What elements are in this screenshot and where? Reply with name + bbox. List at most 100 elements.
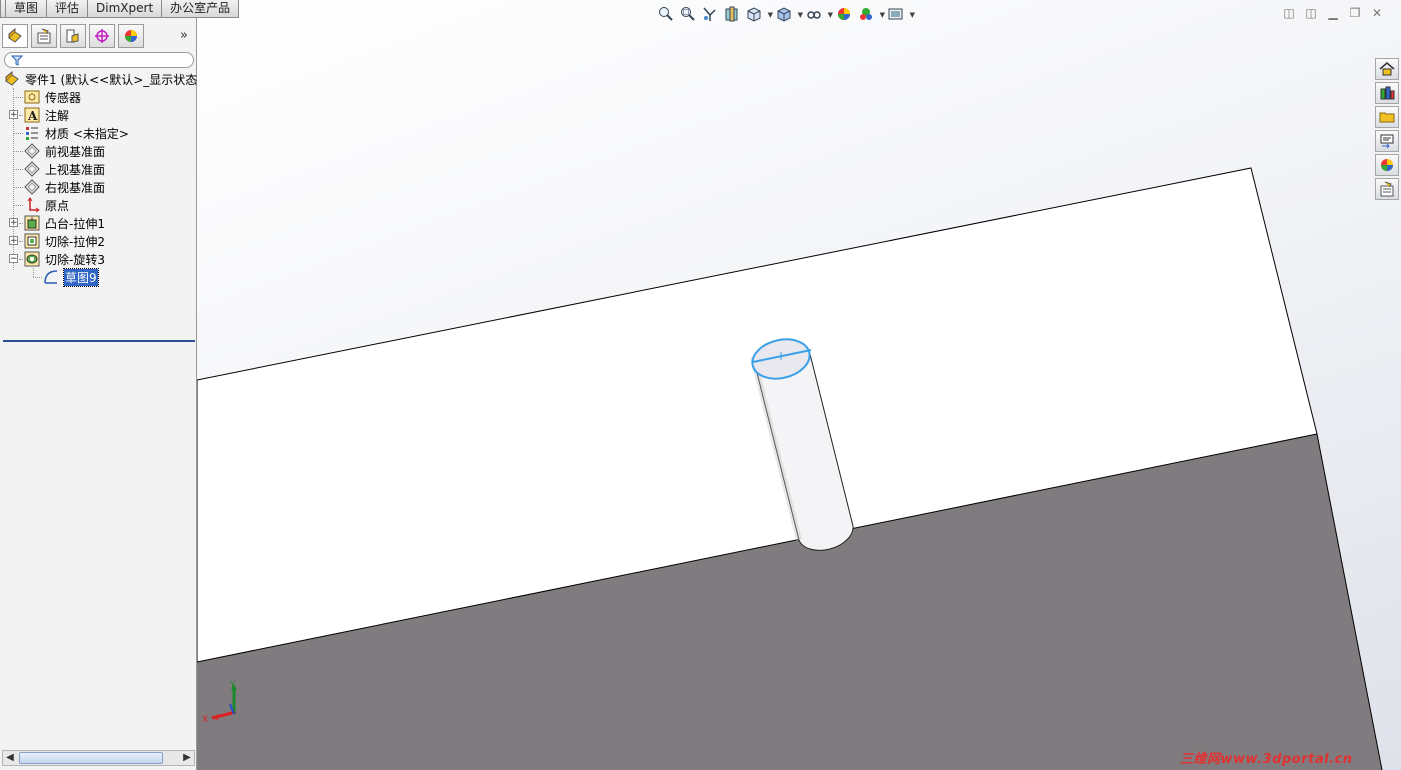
tree-root-label: 零件1 (默认<<默认>_显示状态 [25,73,198,87]
tree-item-boss-extrude1[interactable]: + 凸台-拉伸1 [0,214,196,232]
extrude-cut-icon [24,233,40,249]
view-settings-button[interactable]: ▼ [887,5,915,23]
display-style-icon [777,7,791,22]
plane-icon [24,179,40,195]
tree-item-cut-revolve3[interactable]: − 切除-旋转3 [0,250,196,268]
custom-properties-icon [1380,181,1394,197]
dimxpert-manager-tab[interactable] [89,24,115,48]
feature-tree-icon [8,28,22,43]
view-orientation-icon [747,7,761,22]
part-icon [5,71,19,86]
zoom-fit-icon [659,7,673,21]
zoom-area-icon [681,7,695,21]
scroll-left-button[interactable]: ◀ [3,751,17,765]
graphics-viewport[interactable]: ▼ ▼ ▼ ▼ ▼ ◫ ◫ ▁ ❐ ✕ [197,0,1401,770]
tab-dimxpert[interactable]: DimXpert [87,0,163,18]
svg-text:A: A [27,109,38,123]
plane-icon [24,161,40,177]
command-manager-tabs: 草图 评估 DimXpert 办公室产品 [0,0,240,18]
property-manager-tab[interactable] [31,24,57,48]
material-icon [26,127,38,140]
view-orientation-button[interactable]: ▼ [745,5,773,23]
tree-filter-input[interactable] [4,52,194,68]
triad-y-label: Y [229,680,235,689]
annotation-icon: A [24,107,40,123]
sensor-icon [24,90,40,104]
tree-item-annotations[interactable]: + A 注解 [0,106,196,124]
view-palette-icon [1380,134,1394,149]
revolve-cut-icon [24,251,40,267]
tree-item-origin[interactable]: 原点 [0,196,196,214]
home-icon [1379,62,1395,76]
tree-item-material[interactable]: 材质 <未指定> [0,124,196,142]
document-window-controls: ◫ ◫ ▁ ❐ ✕ [1281,6,1385,20]
close-button[interactable]: ✕ [1369,6,1385,20]
watermark-text: 三维网www.3dportal.cn [1180,752,1353,767]
appearance-icon [838,8,850,20]
feature-manager-tab[interactable] [2,24,28,48]
previous-view-button[interactable] [701,5,721,23]
origin-icon [27,197,40,213]
tree-item-front-plane[interactable]: 前视基准面 [0,142,196,160]
heads-up-view-toolbar: ▼ ▼ ▼ ▼ ▼ [657,4,915,24]
zoom-to-fit-button[interactable] [657,5,677,23]
reference-triad: X Y [202,680,237,724]
scroll-thumb[interactable] [19,752,163,764]
tab-office-products[interactable]: 办公室产品 [161,0,240,18]
sketch9-label: 草图9 [63,268,99,287]
triad-x-label: X [202,715,208,724]
expand-toggle[interactable]: + [9,236,18,246]
view-palette-tab[interactable] [1375,130,1399,152]
hide-show-items-button[interactable]: ▼ [805,5,833,23]
tree-item-sensors[interactable]: 传感器 [0,88,196,106]
extrude-boss-icon [24,215,40,231]
scroll-right-button[interactable]: ▶ [180,751,194,765]
appearances-tab[interactable] [1375,154,1399,176]
rollback-bar[interactable] [3,340,195,342]
file-explorer-tab[interactable] [1375,106,1399,128]
apply-scene-button[interactable]: ▼ [857,5,885,23]
model-view [197,167,1383,770]
solidworks-resources-tab[interactable] [1375,58,1399,80]
display-style-button[interactable]: ▼ [775,5,803,23]
edit-appearance-button[interactable] [835,5,855,23]
crosshair-icon [95,29,109,43]
appearance-icon [125,30,137,42]
zoom-to-area-button[interactable] [679,5,699,23]
configuration-icon [66,29,79,43]
tree-item-top-plane[interactable]: 上视基准面 [0,160,196,178]
more-tabs-button[interactable]: » [180,28,188,43]
section-view-icon [725,6,738,22]
expand-toggle[interactable]: + [9,110,18,120]
design-library-icon [1380,86,1395,100]
expand-toggle[interactable]: + [9,218,18,228]
restore-button[interactable]: ❐ [1347,6,1363,20]
panel-tabs: » [2,24,194,50]
custom-properties-tab[interactable] [1375,178,1399,200]
tree-root[interactable]: 零件1 (默认<<默认>_显示状态 [0,70,198,88]
minimize-button[interactable]: ▁ [1325,6,1341,20]
sketch-icon [44,270,58,284]
panel-horizontal-scrollbar[interactable]: ◀ ▶ [2,750,195,766]
section-view-button[interactable] [723,5,743,23]
design-library-tab[interactable] [1375,82,1399,104]
folder-icon [1379,112,1395,123]
tile-left-button[interactable]: ◫ [1281,6,1297,20]
collapse-toggle[interactable]: − [9,254,18,264]
appearance-icon [1381,159,1393,171]
tree-item-sketch9[interactable]: 草图9 [0,268,196,287]
tile-right-button[interactable]: ◫ [1303,6,1319,20]
task-pane-tabs [1375,58,1399,202]
filter-icon [11,55,23,66]
hide-show-icon [807,11,821,19]
feature-tree: 零件1 (默认<<默认>_显示状态 传感器 + A 注解 材质 <未指定> 前视… [0,70,198,342]
configuration-manager-tab[interactable] [60,24,86,48]
tab-evaluate[interactable]: 评估 [46,0,89,18]
scene-icon [860,8,872,20]
property-icon [37,28,51,44]
tree-item-cut-extrude2[interactable]: + 切除-拉伸2 [0,232,196,250]
display-manager-tab[interactable] [118,24,144,48]
tree-item-right-plane[interactable]: 右视基准面 [0,178,196,196]
view-settings-icon [888,8,903,20]
tab-sketch[interactable]: 草图 [5,0,48,18]
